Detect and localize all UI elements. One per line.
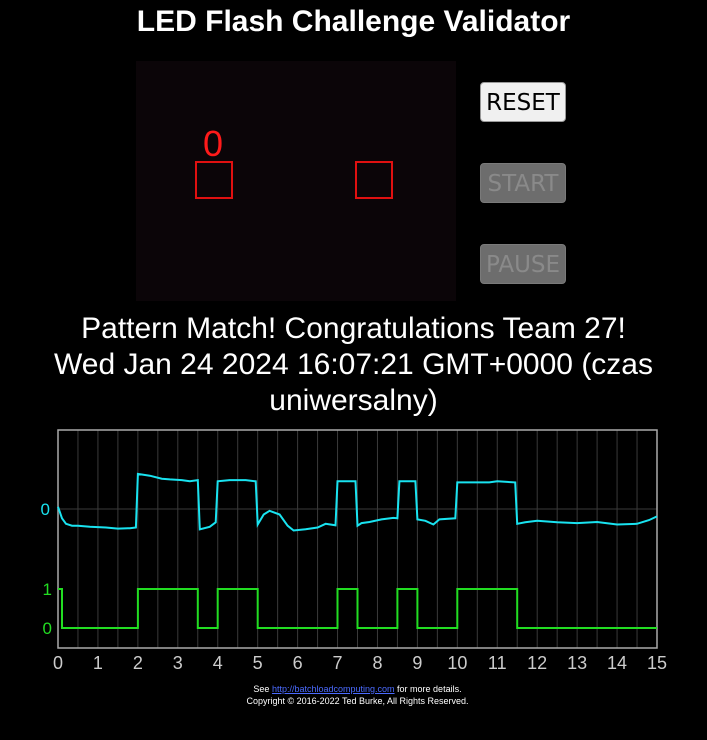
x-tick-label: 14 — [607, 653, 627, 673]
x-tick-label: 7 — [333, 653, 343, 673]
footer-details-text: for more details. — [397, 684, 462, 694]
footer-link[interactable]: http://batchloadcomputing.com — [272, 684, 395, 694]
x-tick-label: 5 — [253, 653, 263, 673]
x-tick-label: 9 — [412, 653, 422, 673]
x-tick-label: 2 — [133, 653, 143, 673]
x-tick-label: 6 — [293, 653, 303, 673]
led-panel: 0 — [136, 61, 456, 301]
x-tick-label: 11 — [488, 653, 507, 673]
digital-series-line — [58, 588, 657, 629]
status-timestamp-cont: uniwersalny) — [269, 384, 438, 417]
x-tick-label: 4 — [213, 653, 223, 673]
start-button[interactable]: START — [480, 163, 566, 203]
analog-zero-label: 0 — [41, 500, 50, 519]
reset-button[interactable]: RESET — [480, 82, 566, 122]
footer-see-text: See — [253, 684, 270, 694]
page-title: LED Flash Challenge Validator — [136, 5, 571, 38]
copyright-text: Copyright © 2016-2022 Ted Burke, All Rig… — [246, 696, 469, 706]
x-tick-label: 1 — [93, 653, 103, 673]
led-left — [195, 161, 233, 199]
x-tick-label: 10 — [447, 653, 467, 673]
pause-button[interactable]: PAUSE — [480, 244, 566, 284]
digital-zero-label: 0 — [43, 619, 52, 638]
led-right — [355, 161, 393, 199]
digital-one-label: 1 — [43, 580, 52, 599]
x-tick-label: 13 — [567, 653, 587, 673]
x-tick-label: 15 — [647, 653, 667, 673]
status-message: Pattern Match! Congratulations Team 27! — [81, 312, 626, 345]
flash-counter: 0 — [203, 123, 224, 164]
x-tick-label: 12 — [527, 653, 547, 673]
x-tick-label: 0 — [53, 653, 63, 673]
x-tick-label: 8 — [372, 653, 382, 673]
footer-see: See http://batchloadcomputing.com for mo… — [0, 683, 707, 695]
x-tick-label: 3 — [173, 653, 183, 673]
status-timestamp: Wed Jan 24 2024 16:07:21 GMT+0000 (czas — [54, 348, 653, 381]
signal-chart: 0100 1 2 3 4 5 6 7 8 9 10 11 12 13 14 15 — [41, 429, 667, 673]
